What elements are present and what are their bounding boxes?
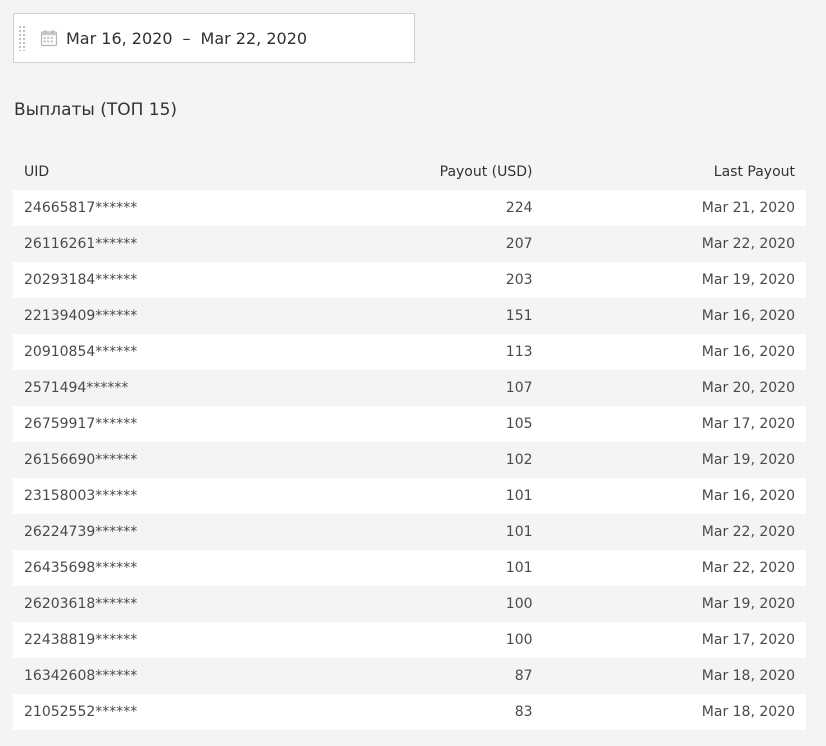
- table-row: 26224739****** 101 Mar 22, 2020: [13, 514, 806, 550]
- table-row: 26116261****** 207 Mar 22, 2020: [13, 226, 806, 262]
- cell-uid: 22438819******: [13, 622, 314, 658]
- cell-last-payout: Mar 22, 2020: [543, 514, 806, 550]
- date-range-end[interactable]: Mar 22, 2020: [201, 29, 308, 48]
- cell-payout: 105: [313, 406, 544, 442]
- cell-uid: 22139409******: [13, 298, 314, 334]
- cell-uid: 16342608******: [13, 658, 314, 694]
- table-row: 23158003****** 101 Mar 16, 2020: [13, 478, 806, 514]
- cell-last-payout: Mar 21, 2020: [543, 190, 806, 226]
- cell-payout: 100: [313, 586, 544, 622]
- cell-last-payout: Mar 22, 2020: [543, 550, 806, 586]
- table-body: 24665817****** 224 Mar 21, 2020 26116261***…: [13, 190, 806, 730]
- cell-payout: 107: [313, 370, 544, 406]
- cell-uid: 26156690******: [13, 442, 314, 478]
- cell-uid: 26224739******: [13, 514, 314, 550]
- table-row: 26156690****** 102 Mar 19, 2020: [13, 442, 806, 478]
- cell-payout: 83: [313, 694, 544, 730]
- cell-uid: 21052552******: [13, 694, 314, 730]
- table-row: 22139409****** 151 Mar 16, 2020: [13, 298, 806, 334]
- cell-last-payout: Mar 19, 2020: [543, 442, 806, 478]
- cell-last-payout: Mar 16, 2020: [543, 298, 806, 334]
- cell-payout: 113: [313, 334, 544, 370]
- payout-table: UID Payout (USD) Last Payout 24665817***…: [13, 154, 806, 730]
- cell-last-payout: Mar 17, 2020: [543, 622, 806, 658]
- cell-uid: 26203618******: [13, 586, 314, 622]
- table-row: 20910854****** 113 Mar 16, 2020: [13, 334, 806, 370]
- cell-payout: 101: [313, 550, 544, 586]
- date-range-picker[interactable]: Mar 16, 2020 – Mar 22, 2020: [13, 13, 415, 63]
- cell-last-payout: Mar 18, 2020: [543, 694, 806, 730]
- table-row: 26435698****** 101 Mar 22, 2020: [13, 550, 806, 586]
- cell-payout: 101: [313, 514, 544, 550]
- table-header-row: UID Payout (USD) Last Payout: [13, 154, 806, 190]
- cell-last-payout: Mar 22, 2020: [543, 226, 806, 262]
- cell-payout: 101: [313, 478, 544, 514]
- table-row: 16342608****** 87 Mar 18, 2020: [13, 658, 806, 694]
- table-row: 24665817****** 224 Mar 21, 2020: [13, 190, 806, 226]
- cell-payout: 102: [313, 442, 544, 478]
- cell-last-payout: Mar 16, 2020: [543, 334, 806, 370]
- cell-last-payout: Mar 17, 2020: [543, 406, 806, 442]
- date-range-start[interactable]: Mar 16, 2020: [66, 29, 173, 48]
- date-range-separator: –: [182, 28, 191, 48]
- header-payout: Payout (USD): [439, 164, 533, 180]
- cell-uid: 23158003******: [13, 478, 314, 514]
- table-row: 26759917****** 105 Mar 17, 2020: [13, 406, 806, 442]
- table-row: 22438819****** 100 Mar 17, 2020: [13, 622, 806, 658]
- calendar-icon[interactable]: [40, 29, 58, 47]
- table-row: 20293184****** 203 Mar 19, 2020: [13, 262, 806, 298]
- cell-uid: 20910854******: [13, 334, 314, 370]
- cell-uid: 26116261******: [13, 226, 314, 262]
- cell-uid: 24665817******: [13, 190, 314, 226]
- header-last-payout: Last Payout: [713, 164, 795, 180]
- cell-uid: 20293184******: [13, 262, 314, 298]
- header-uid: UID: [24, 164, 50, 180]
- cell-uid: 2571494******: [13, 370, 314, 406]
- cell-last-payout: Mar 16, 2020: [543, 478, 806, 514]
- cell-last-payout: Mar 19, 2020: [543, 262, 806, 298]
- cell-payout: 151: [313, 298, 544, 334]
- cell-payout: 100: [313, 622, 544, 658]
- cell-uid: 26759917******: [13, 406, 314, 442]
- table-row: 2571494****** 107 Mar 20, 2020: [13, 370, 806, 406]
- cell-payout: 203: [313, 262, 544, 298]
- cell-last-payout: Mar 18, 2020: [543, 658, 806, 694]
- cell-last-payout: Mar 19, 2020: [543, 586, 806, 622]
- cell-last-payout: Mar 20, 2020: [543, 370, 806, 406]
- cell-uid: 26435698******: [13, 550, 314, 586]
- table-row: 21052552****** 83 Mar 18, 2020: [13, 694, 806, 730]
- table-row: 26203618****** 100 Mar 19, 2020: [13, 586, 806, 622]
- drag-handle-icon[interactable]: [18, 25, 26, 51]
- cell-payout: 224: [313, 190, 544, 226]
- cell-payout: 87: [313, 658, 544, 694]
- cell-payout: 207: [313, 226, 544, 262]
- section-title: Выплаты (ТОП 15): [14, 100, 178, 120]
